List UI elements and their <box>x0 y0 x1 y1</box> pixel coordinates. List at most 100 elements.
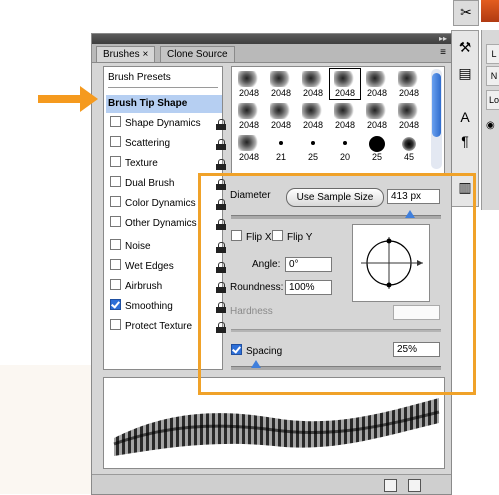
tab-clone-source[interactable]: Clone Source <box>160 46 235 62</box>
side-panel: L N Lo ◉ <box>481 30 499 210</box>
new-preset-icon[interactable] <box>384 479 397 492</box>
brush-thumb-icon <box>302 103 324 119</box>
brush-presets-item[interactable]: Brush Presets <box>108 69 218 88</box>
option-dual-brush[interactable]: Dual Brush <box>110 176 174 192</box>
brush-preset[interactable]: 2048 <box>394 69 424 99</box>
option-label: Airbrush <box>125 281 163 292</box>
side-tab-2[interactable]: N <box>486 66 499 86</box>
brush-preset[interactable]: 25 <box>298 133 328 163</box>
brush-preset[interactable]: 2048 <box>234 69 264 99</box>
brush-size-label: 2048 <box>302 88 324 98</box>
brush-preset[interactable]: 2048 <box>330 101 360 131</box>
trash-icon[interactable] <box>408 479 421 492</box>
tab-brushes[interactable]: Brushes × <box>96 46 156 62</box>
option-label: Shape Dynamics <box>125 118 201 129</box>
tab-bar: Brushes × Clone Source ≡ <box>92 44 451 63</box>
panel-menu-icon[interactable]: ≡ <box>440 47 446 58</box>
option-scattering[interactable]: Scattering <box>110 136 170 152</box>
checkbox[interactable] <box>110 136 121 147</box>
type-tool-icon[interactable]: A <box>455 107 475 127</box>
option-label: Color Dynamics <box>125 198 196 209</box>
checkbox[interactable] <box>110 239 121 250</box>
option-texture[interactable]: Texture <box>110 156 158 172</box>
brush-thumb-icon <box>334 103 356 119</box>
option-label: Scattering <box>125 138 171 149</box>
option-smoothing[interactable]: Smoothing <box>110 299 173 315</box>
option-noise[interactable]: Noise <box>110 239 151 255</box>
brush-size-label: 25 <box>307 152 318 162</box>
option-protect-texture[interactable]: Protect Texture <box>110 319 192 335</box>
option-label: Protect Texture <box>125 321 193 332</box>
checkbox[interactable] <box>110 196 121 207</box>
eye-icon[interactable]: ◉ <box>486 120 495 131</box>
brush-thumb-icon <box>270 71 292 87</box>
annotation-highlight-box <box>198 173 476 395</box>
brush-thumb-icon <box>279 141 283 145</box>
brush-thumb-icon <box>238 71 260 87</box>
annotation-arrow <box>38 95 82 103</box>
scroll-thumb[interactable] <box>432 73 441 137</box>
brush-thumb-icon <box>343 141 347 145</box>
brush-preset[interactable]: 2048 <box>266 101 296 131</box>
option-shape-dynamics[interactable]: Shape Dynamics <box>110 116 201 132</box>
side-tab-3[interactable]: Lo <box>486 90 499 110</box>
tools-icon[interactable]: ✂ <box>453 0 479 26</box>
panel-titlebar[interactable]: ▸▸ <box>92 34 451 44</box>
brush-thumb-icon <box>302 71 324 87</box>
brush-preset[interactable]: 2048 <box>234 133 264 163</box>
brush-size-label: 2048 <box>270 88 292 98</box>
brush-size-label: 2048 <box>398 88 420 98</box>
checkbox[interactable] <box>110 176 121 187</box>
brush-size-label: 25 <box>371 152 382 162</box>
option-color-dynamics[interactable]: Color Dynamics <box>110 196 196 212</box>
brush-preset[interactable]: 2048 <box>394 101 424 131</box>
option-label: Smoothing <box>125 301 173 312</box>
checkbox[interactable] <box>110 116 121 127</box>
checkbox[interactable] <box>110 216 121 227</box>
brush-preset[interactable]: 20 <box>330 133 360 163</box>
collapse-icon[interactable]: ▸▸ <box>439 34 447 44</box>
brush-size-label: 2048 <box>398 120 420 130</box>
brush-preset[interactable]: 2048 <box>362 69 392 99</box>
brush-tip-shape-item[interactable]: Brush Tip Shape <box>106 95 222 113</box>
brush-size-label: 2048 <box>238 88 260 98</box>
brush-thumb-icon <box>238 135 260 151</box>
option-other-dynamics[interactable]: Other Dynamics <box>110 216 197 232</box>
brush-thumb-icon <box>334 71 356 87</box>
background-area <box>0 365 91 494</box>
color-swatch[interactable] <box>481 0 499 22</box>
paragraph-icon[interactable]: ¶ <box>455 131 475 151</box>
brush-size-label: 2048 <box>366 120 388 130</box>
grid-scrollbar[interactable] <box>431 69 442 169</box>
brush-preset[interactable]: 2048 <box>234 101 264 131</box>
option-label: Other Dynamics <box>125 218 197 229</box>
lock-icon[interactable] <box>216 139 226 150</box>
brush-preset[interactable]: 2048 <box>298 69 328 99</box>
brush-size-label: 45 <box>403 152 414 162</box>
lock-icon[interactable] <box>216 119 226 130</box>
stamp-tool-icon[interactable]: ⚒ <box>455 37 475 57</box>
checkbox[interactable] <box>110 319 121 330</box>
brush-size-label: 2048 <box>334 88 356 98</box>
brush-preset-grid: 2048 2048 2048 2048 2048 2048 2048 2048 … <box>231 66 445 174</box>
brush-preset[interactable]: 2048 <box>298 101 328 131</box>
brush-preset[interactable]: 45 <box>394 133 424 163</box>
brush-preset[interactable]: 25 <box>362 133 392 163</box>
side-tab-1[interactable]: L <box>486 44 499 64</box>
option-label: Wet Edges <box>125 261 174 272</box>
brush-thumb-icon <box>366 71 388 87</box>
brush-preset-selected[interactable]: 2048 <box>329 68 361 100</box>
option-wet-edges[interactable]: Wet Edges <box>110 259 174 275</box>
checkbox-checked[interactable] <box>110 299 121 310</box>
checkbox[interactable] <box>110 259 121 270</box>
checkbox[interactable] <box>110 279 121 290</box>
brush-preset[interactable]: 2048 <box>266 69 296 99</box>
brush-preset[interactable]: 2048 <box>362 101 392 131</box>
option-airbrush[interactable]: Airbrush <box>110 279 162 295</box>
brush-thumb-icon <box>238 103 260 119</box>
brush-size-label: 2048 <box>302 120 324 130</box>
clone-tool-icon[interactable]: ▤ <box>455 63 475 83</box>
checkbox[interactable] <box>110 156 121 167</box>
brush-preset[interactable]: 21 <box>266 133 296 163</box>
lock-icon[interactable] <box>216 159 226 170</box>
